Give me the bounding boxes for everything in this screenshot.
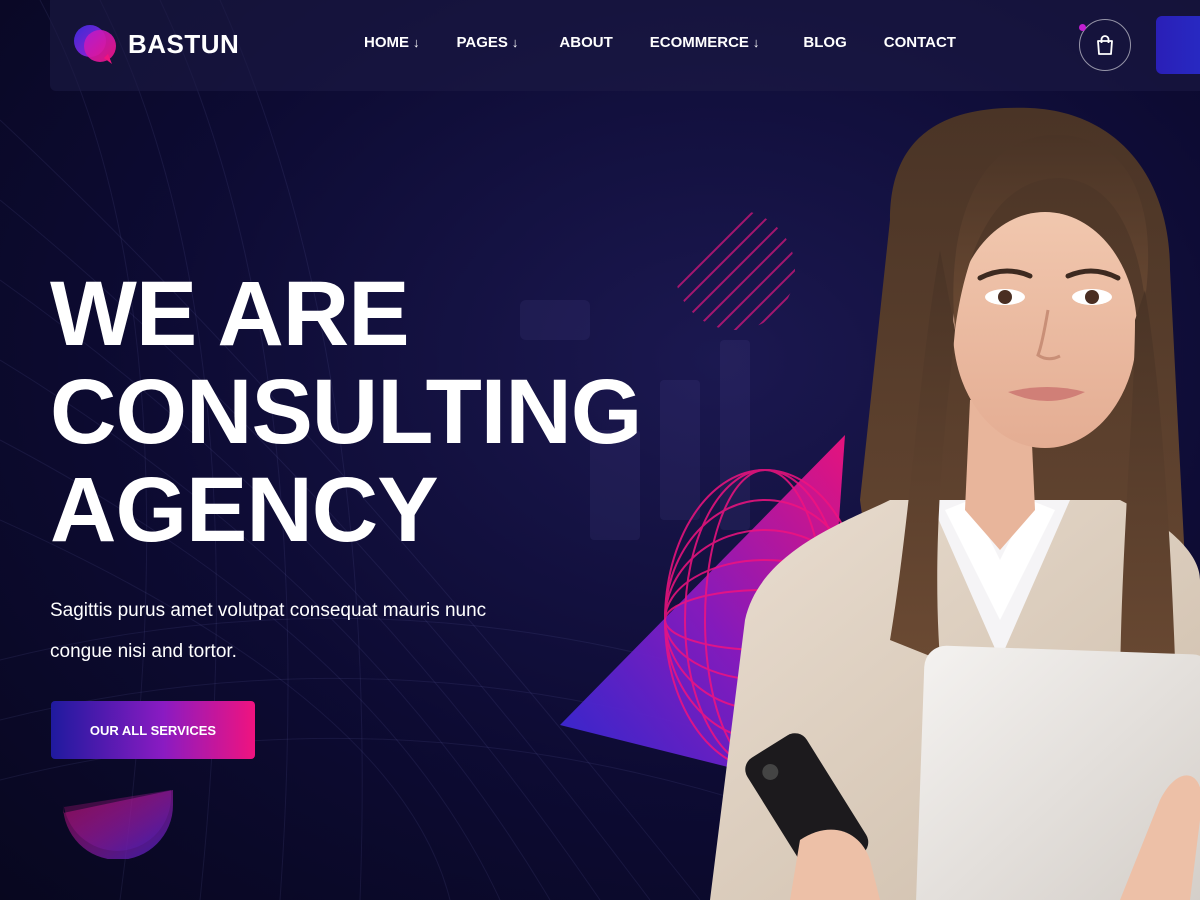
dropdown-arrow-icon: ↓ [752,35,760,50]
decorative-half-circle [63,735,173,860]
hero-subtitle-line: Sagittis purus amet volutpat consequat m… [50,600,487,621]
nav-item-label: PAGES [456,34,508,51]
nav-item-ecommerce[interactable]: ECOMMERCE ↓ [650,34,760,51]
hero-subtitle: Sagittis purus amet volutpat consequat m… [50,590,570,672]
shopping-bag-icon [1097,35,1113,55]
hero-title-line: AGENCY [50,459,439,561]
nav-item-label: BLOG [803,34,847,51]
hero-title: WE ARE CONSULTING AGENCY [50,263,642,561]
dropdown-arrow-icon: ↓ [413,35,420,50]
nav-item-contact[interactable]: CONTACT [884,34,956,51]
nav-item-pages[interactable]: PAGES ↓ [457,34,519,51]
hero-person-image [560,100,1200,900]
dropdown-arrow-icon: ↓ [511,35,519,50]
cart-indicator-dot [1079,24,1086,31]
nav-item-about[interactable]: ABOUT [559,34,612,51]
hero-title-line: WE ARE [50,263,410,365]
nav-item-label: CONTACT [883,34,956,51]
header-cta-button[interactable] [1156,16,1200,74]
main-nav: HOME ↓ PAGES ↓ ABOUT ECOMMERCE ↓ BLOG CONTA… [364,34,993,51]
hero-subtitle-line: congue nisi and tortor. [50,641,237,662]
site-header: BASTUN HOME ↓ PAGES ↓ ABOUT ECOMMERCE ↓ BLO… [50,0,1200,91]
nav-item-blog[interactable]: BLOG [803,34,846,51]
cart-button[interactable] [1079,19,1131,71]
nav-item-label: ABOUT [559,34,613,51]
logo[interactable]: BASTUN [72,22,239,66]
hero-title-line: CONSULTING [50,361,642,463]
brand-name: BASTUN [128,28,240,59]
nav-item-label: HOME [364,34,409,51]
nav-item-home[interactable]: HOME ↓ [364,34,420,51]
logo-icon [72,22,120,66]
nav-item-label: ECOMMERCE [649,34,749,51]
